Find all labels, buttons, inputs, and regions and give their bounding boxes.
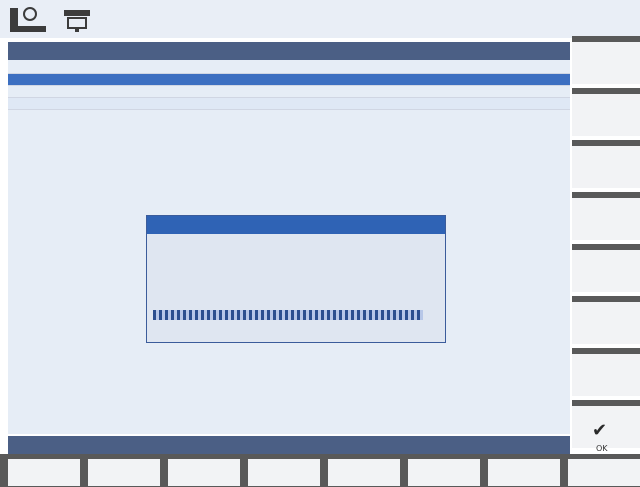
- progress-dialog: [146, 215, 446, 343]
- list-item[interactable]: [8, 98, 570, 110]
- softkey-right-2[interactable]: [572, 88, 640, 136]
- ok-softkey-button[interactable]: ✔ OK: [572, 400, 640, 453]
- ok-label: OK: [596, 444, 608, 453]
- status-bar: [8, 436, 570, 454]
- softkey-right-7[interactable]: [572, 348, 640, 396]
- list-item[interactable]: [8, 62, 570, 74]
- bottom-softkeys: [0, 454, 640, 487]
- checkmark-icon: ✔: [592, 420, 608, 441]
- list-item[interactable]: [8, 74, 570, 86]
- list-item[interactable]: [8, 86, 570, 98]
- softkey-bottom-8[interactable]: [568, 459, 640, 486]
- screen: ✔ OK: [0, 0, 640, 487]
- progress-fill: [153, 310, 423, 320]
- softkey-bottom-7[interactable]: [488, 459, 560, 486]
- softkey-right-6[interactable]: [572, 296, 640, 344]
- settings-list: [8, 62, 570, 110]
- machine-icon: [8, 6, 48, 34]
- softkey-right-4[interactable]: [572, 192, 640, 240]
- softkey-right-3[interactable]: [572, 140, 640, 188]
- softkey-bottom-2[interactable]: [88, 459, 160, 486]
- right-softkeys: ✔ OK: [572, 36, 640, 454]
- main-panel: [8, 42, 570, 434]
- softkey-bottom-5[interactable]: [328, 459, 400, 486]
- softkey-bottom-1[interactable]: [8, 459, 80, 486]
- softkey-bottom-3[interactable]: [168, 459, 240, 486]
- top-bar: [0, 0, 640, 38]
- dialog-title: [147, 216, 445, 234]
- softkey-bottom-6[interactable]: [408, 459, 480, 486]
- progress-bar: [153, 310, 423, 320]
- panel-title: [8, 42, 570, 60]
- softkey-right-1[interactable]: [572, 36, 640, 84]
- softkey-right-5[interactable]: [572, 244, 640, 292]
- spindle-icon: [60, 6, 94, 34]
- softkey-bottom-4[interactable]: [248, 459, 320, 486]
